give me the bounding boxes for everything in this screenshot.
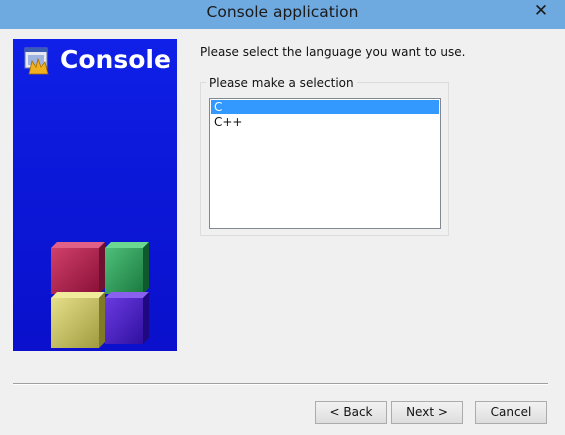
- codeblocks-logo-icon: [24, 47, 49, 75]
- title-bar[interactable]: Console application ✕: [0, 0, 565, 29]
- language-listbox[interactable]: C C++: [209, 98, 441, 229]
- back-button[interactable]: < Back: [315, 401, 387, 424]
- close-icon: ✕: [533, 1, 549, 21]
- divider: [13, 383, 548, 385]
- language-groupbox: Please make a selection C C++: [200, 76, 449, 236]
- side-panel-title: Console: [60, 45, 171, 74]
- list-item-cpp[interactable]: C++: [211, 115, 439, 129]
- language-prompt: Please select the language you want to u…: [200, 45, 466, 59]
- dialog-body: Console Please select the language you w…: [0, 29, 565, 435]
- wizard-side-panel: Console: [13, 39, 177, 351]
- list-item-c[interactable]: C: [211, 100, 439, 114]
- next-button[interactable]: Next >: [391, 401, 463, 424]
- close-button[interactable]: ✕: [521, 0, 561, 22]
- groupbox-label: Please make a selection: [206, 76, 357, 90]
- cancel-button[interactable]: Cancel: [475, 401, 547, 424]
- cubes-illustration: [51, 242, 149, 348]
- window-title: Console application: [206, 3, 359, 21]
